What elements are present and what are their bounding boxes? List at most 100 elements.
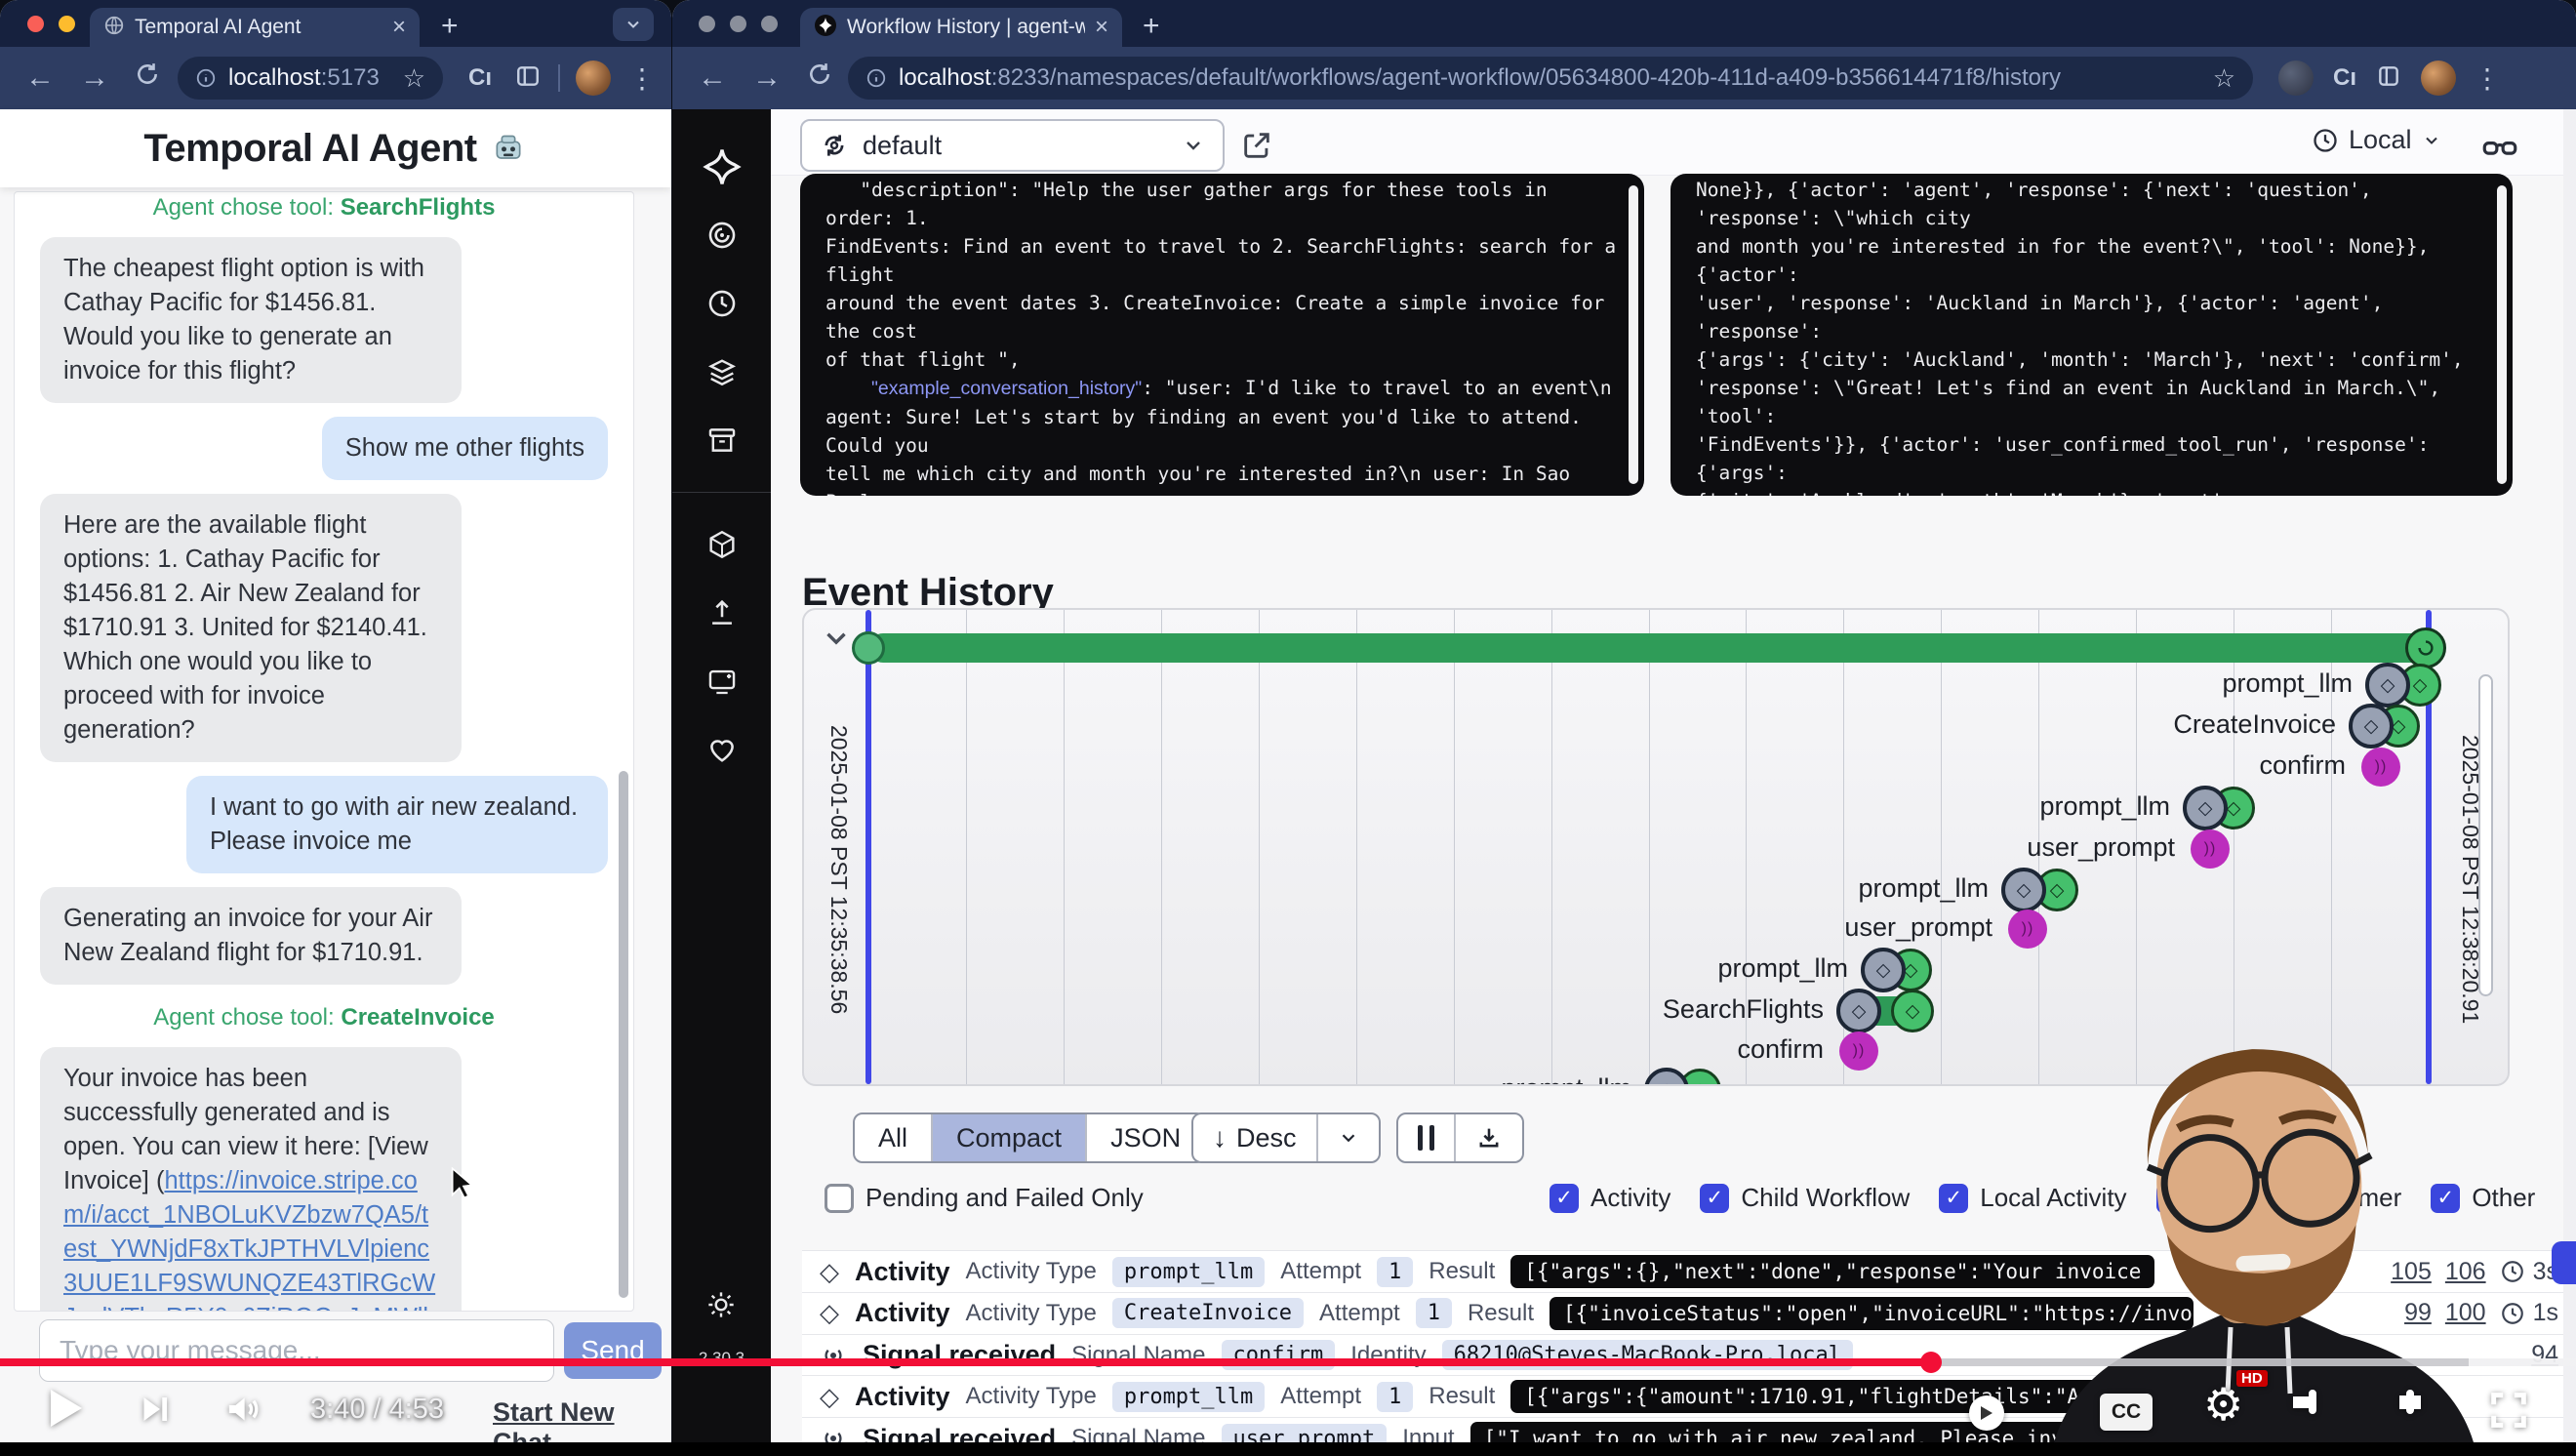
browser-menu-icon[interactable]: ⋮ [2474, 62, 2501, 95]
side-panel-icon[interactable] [515, 63, 541, 94]
profile-icon[interactable] [2278, 61, 2314, 96]
timeline-gridline [1941, 610, 1942, 1084]
video-progress-handle[interactable] [1920, 1352, 1942, 1373]
video-progress-buffered[interactable] [1931, 1358, 2469, 1366]
chat-scrollbar[interactable] [619, 771, 628, 1298]
address-bar[interactable]: localhost:8233/namespaces/default/workfl… [848, 57, 2253, 100]
back-icon[interactable]: ← [698, 61, 727, 95]
minimize-window-button[interactable] [59, 16, 75, 32]
activity-scheduled-marker[interactable]: ◇ [1644, 1068, 1689, 1086]
right-url-toolbar: ← → localhost:8233/namespaces/default/wo… [672, 47, 2576, 109]
filter-checkbox-child-workflow[interactable]: ✓ [1700, 1184, 1729, 1213]
filter-checkbox-local-activity[interactable]: ✓ [1939, 1184, 1968, 1213]
video-progress-remaining[interactable] [2469, 1358, 2576, 1366]
user-message-bubble: I want to go with air new zealand. Pleas… [186, 776, 608, 873]
signal-marker[interactable]: )) [2361, 748, 2400, 787]
activity-scheduled-marker[interactable]: ◇ [2349, 704, 2394, 748]
timeline-start-timestamp: 2025-01-08 PST 12:35:38.56 [825, 725, 852, 1014]
clock-icon [2312, 127, 2339, 154]
theme-toggle-sun-icon[interactable] [700, 1283, 743, 1326]
tab-search-button[interactable] [613, 8, 654, 41]
activity-completed-marker[interactable]: ◇ [1891, 990, 1934, 1032]
timeline-gridline [1356, 610, 1357, 1084]
activity-row-icon: ◇ [820, 1257, 839, 1287]
schedules-icon[interactable] [701, 282, 744, 325]
forward-icon[interactable]: → [80, 61, 109, 95]
minimize-window-button[interactable] [730, 16, 746, 32]
new-tab-button[interactable]: + [1143, 10, 1160, 43]
feedback-icon[interactable] [701, 660, 744, 703]
back-icon[interactable]: ← [25, 61, 55, 95]
browser-menu-icon[interactable]: ⋮ [628, 62, 656, 95]
browser-tab[interactable]: Workflow History | agent-wor × [800, 8, 1122, 47]
browser-tab[interactable]: Temporal AI Agent × [90, 8, 420, 47]
timeline-scrollbar[interactable] [2478, 674, 2493, 996]
labs-glasses-icon[interactable] [2479, 127, 2520, 173]
close-window-button[interactable] [27, 16, 44, 32]
timeline-event-label: prompt_llm [1501, 1073, 1631, 1086]
workflow-input-json-right[interactable]: None}}, {'actor': 'agent', 'response': {… [1670, 174, 2513, 496]
code-scrollbar[interactable] [1629, 185, 1638, 484]
send-button[interactable]: Send [564, 1322, 662, 1379]
reload-icon[interactable] [807, 61, 832, 95]
tab-close-icon[interactable]: × [1095, 16, 1108, 39]
site-info-icon [195, 67, 217, 89]
activity-scheduled-marker[interactable]: ◇ [1836, 989, 1881, 1033]
open-namespace-icon[interactable] [1240, 129, 1273, 167]
download-history-button[interactable] [1456, 1114, 1522, 1161]
signal-marker[interactable]: )) [2008, 910, 2047, 949]
workflows-icon[interactable] [701, 214, 744, 257]
zoom-window-button[interactable] [761, 16, 778, 32]
scroll-action-button[interactable] [2552, 1241, 2576, 1284]
workflow-start-marker [852, 631, 885, 665]
view-mode-all[interactable]: All [855, 1114, 933, 1161]
activity-scheduled-marker[interactable]: ◇ [2183, 786, 2228, 830]
message-input[interactable] [39, 1319, 554, 1382]
archive-icon[interactable] [701, 419, 744, 462]
tool-name: CreateInvoice [341, 1004, 494, 1031]
filter-checkbox-activity[interactable]: ✓ [1550, 1184, 1579, 1213]
namespace-selector[interactable]: default [800, 119, 1225, 172]
workflow-execution-bar[interactable] [868, 633, 2435, 663]
new-tab-button[interactable]: + [441, 10, 459, 43]
temporal-logo-icon[interactable] [701, 145, 744, 188]
view-mode-compact[interactable]: Compact [933, 1114, 1087, 1161]
profile-avatar[interactable] [576, 61, 611, 96]
heart-icon[interactable] [701, 728, 744, 771]
workflow-input-json-left[interactable]: "description": "Help the user gather arg… [800, 174, 1644, 496]
agent-message-bubble: Your invoice has been successfully gener… [40, 1047, 462, 1312]
bookmark-star-icon[interactable]: ☆ [403, 63, 425, 94]
pause-updates-button[interactable] [1398, 1114, 1454, 1161]
import-icon[interactable] [701, 591, 744, 634]
tab-close-icon[interactable]: × [392, 16, 406, 39]
activity-scheduled-marker[interactable]: ◇ [2365, 663, 2410, 708]
forward-icon[interactable]: → [752, 61, 782, 95]
profile-avatar[interactable] [2421, 61, 2456, 96]
collapse-timeline-icon[interactable] [820, 622, 853, 660]
close-window-button[interactable] [699, 16, 715, 32]
bookmark-star-icon[interactable]: ☆ [2213, 63, 2235, 94]
activity-scheduled-marker[interactable]: ◇ [2001, 868, 2046, 912]
video-progress-played[interactable] [0, 1358, 1931, 1366]
sort-order-control[interactable]: ↓Desc [1191, 1112, 1381, 1163]
reload-icon[interactable] [135, 61, 160, 95]
code-scrollbar[interactable] [2497, 185, 2507, 484]
pending-failed-checkbox[interactable] [825, 1184, 854, 1213]
extensions-puzzle-icon[interactable] [2376, 63, 2401, 94]
timeline-gridline [1454, 610, 1455, 1084]
workflow-running-marker [2405, 627, 2446, 668]
timezone-selector[interactable]: Local [2312, 125, 2441, 155]
extension-ci-icon[interactable]: Cı [468, 64, 492, 92]
deployments-icon[interactable] [701, 523, 744, 566]
address-bar[interactable]: localhost:5173 ☆ [178, 57, 443, 100]
view-mode-json[interactable]: JSON [1087, 1114, 1204, 1161]
left-browser-window: Temporal AI Agent × + ← → localhost:5173… [0, 0, 671, 1456]
activity-scheduled-marker[interactable]: ◇ [1861, 948, 1906, 992]
sort-label: Desc [1236, 1123, 1297, 1153]
invoice-link[interactable]: https://invoice.stripe.com/i/acct_1NBOLu… [63, 1167, 435, 1312]
signal-marker[interactable]: )) [1839, 1031, 1878, 1071]
stack-icon[interactable] [701, 350, 744, 393]
signal-marker[interactable]: )) [2191, 829, 2230, 869]
pending-failed-filter[interactable]: Pending and Failed Only [825, 1183, 1144, 1213]
extension-ci-icon[interactable]: Cı [2333, 64, 2356, 92]
